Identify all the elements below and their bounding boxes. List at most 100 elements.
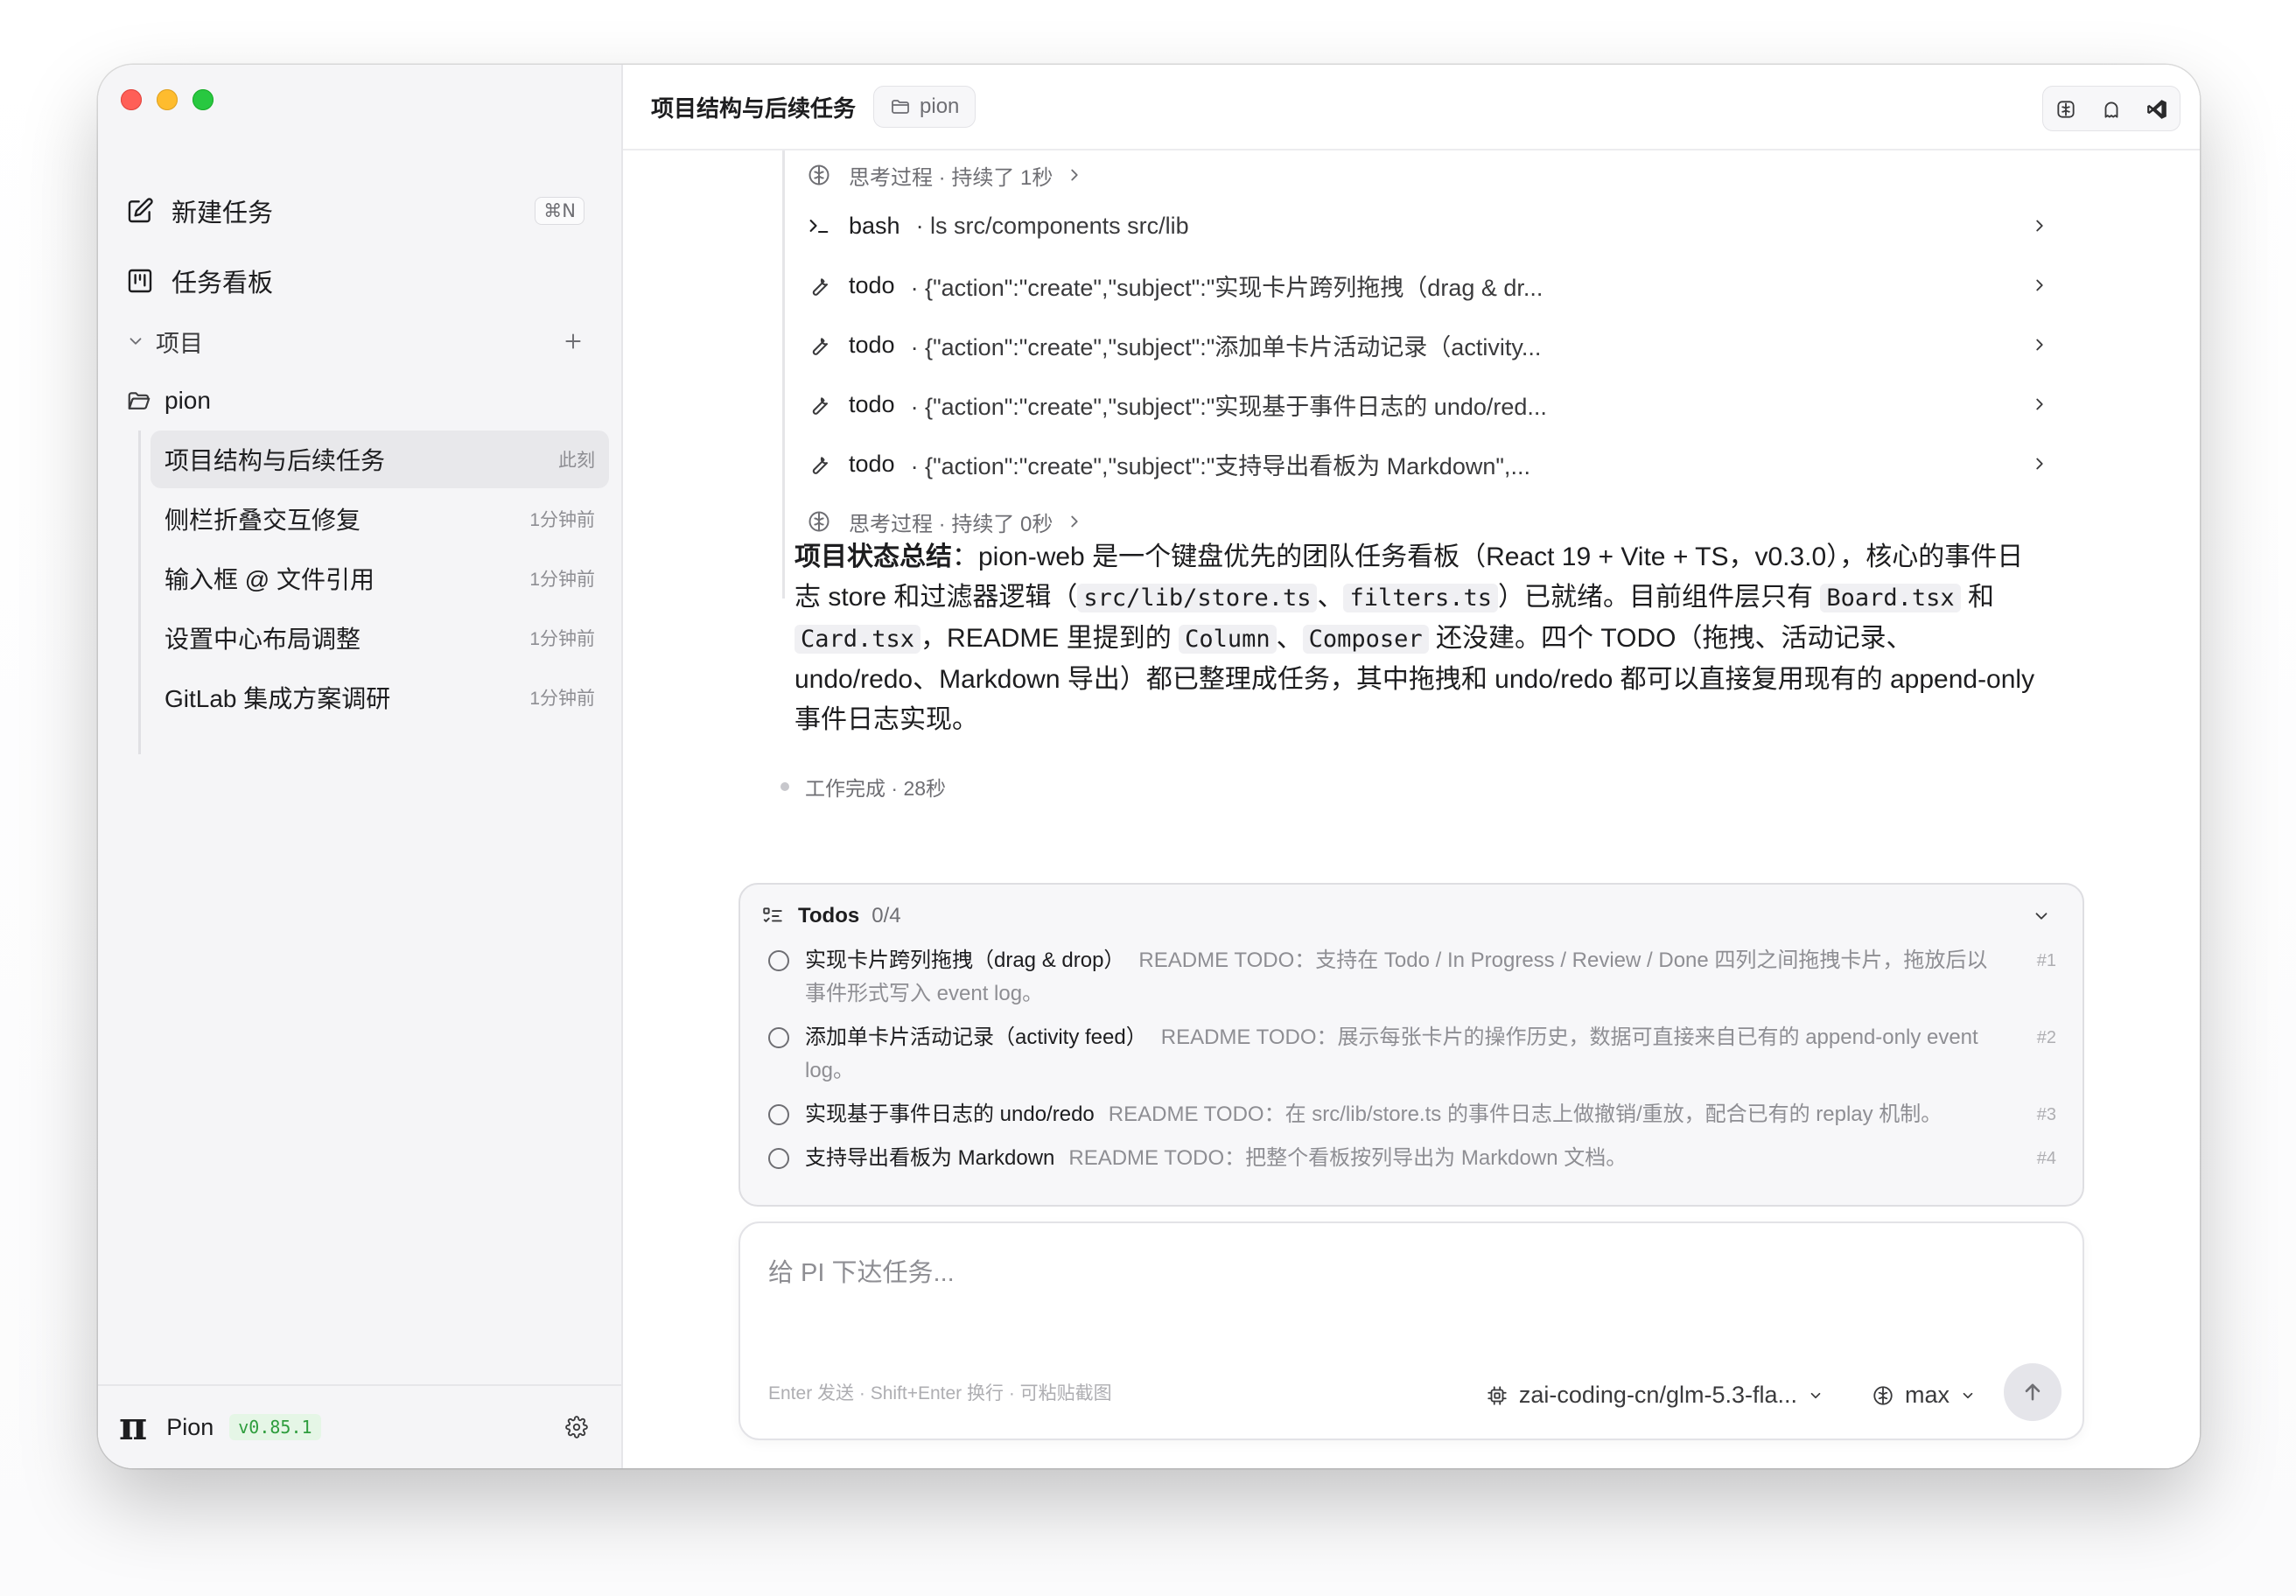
task-board-button[interactable]: 任务看板	[126, 252, 598, 310]
thinking-label: 思考过程 · 持续了 1秒	[849, 165, 1054, 190]
todo-checkbox[interactable]	[768, 950, 789, 971]
task-item-2[interactable]: 输入框 @ 文件引用 1分钟前	[150, 550, 609, 607]
zoom-window-button[interactable]	[192, 89, 214, 110]
todo-checkbox[interactable]	[768, 1104, 789, 1125]
tool-name: bash	[849, 212, 900, 239]
todo-desc: README TODO：把整个看板按列导出为 Markdown 文档。	[1068, 1146, 1628, 1170]
brain-icon	[1873, 1385, 1893, 1405]
add-project-icon[interactable]	[562, 330, 584, 353]
inline-code: Column	[1179, 625, 1277, 654]
task-item-0[interactable]: 项目结构与后续任务 此刻	[150, 430, 609, 488]
sidebar-footer: π Pion v0.85.1	[98, 1384, 621, 1468]
task-item-4[interactable]: GitLab 集成方案调研 1分钟前	[150, 668, 609, 726]
send-button[interactable]	[2004, 1363, 2062, 1421]
wrench-icon	[812, 338, 829, 355]
chevron-right-icon	[2036, 398, 2043, 410]
assistant-summary: 项目状态总结：pion-web 是一个键盘优先的团队任务看板（React 19 …	[794, 537, 2037, 740]
work-status: 工作完成 · 28秒	[780, 772, 946, 802]
summary-text: 、	[1276, 624, 1303, 653]
vscode-button[interactable]	[2134, 87, 2180, 130]
projects-section-header[interactable]: 项目	[126, 318, 598, 364]
kanban-icon	[128, 269, 152, 293]
todo-item-4: 支持导出看板为 Markdown README TODO：把整个看板按列导出为 M…	[761, 1142, 2062, 1175]
thinking-step-1[interactable]: 思考过程 · 持续了 1秒	[807, 150, 2049, 200]
window-controls	[121, 89, 214, 110]
todo-subject: 实现卡片跨列拖拽（drag & drop）	[805, 948, 1125, 972]
tool-step-todo-3[interactable]: todo · {"action":"create","subject":"实现基…	[807, 380, 2049, 429]
tool-step-todo-2[interactable]: todo · {"action":"create","subject":"添加单…	[807, 320, 2049, 369]
version-badge: v0.85.1	[229, 1414, 321, 1440]
effort-selector[interactable]: max	[1872, 1382, 1986, 1409]
main-panel: 项目结构与后续任务 pion 思考过程 · 持续了 1秒 bash · ls s…	[623, 65, 2200, 1468]
checklist-icon	[763, 907, 782, 922]
inline-code: Composer	[1302, 625, 1429, 654]
todo-number: #4	[2036, 1149, 2056, 1168]
task-title: 设置中心布局调整	[164, 626, 361, 653]
projects-section-label: 项目	[156, 330, 203, 357]
effort-label: max	[1904, 1382, 1950, 1408]
chevron-right-icon	[1071, 515, 1079, 528]
task-input[interactable]	[768, 1251, 2046, 1295]
model-label: zai-coding-cn/glm-5.3-fla...	[1518, 1382, 1797, 1408]
tool-args: · {"action":"create","subject":"实现基于事件日志…	[910, 393, 1547, 420]
ghost-button[interactable]	[2089, 87, 2134, 130]
composer-hint: Enter 发送 · Shift+Enter 换行 · 可粘贴截图	[768, 1383, 1112, 1404]
new-task-button[interactable]: 新建任务 ⌘N	[126, 182, 598, 240]
todo-number: #2	[2036, 1028, 2056, 1047]
todo-item-1: 实现卡片跨列拖拽（drag & drop） README TODO：支持在 Tod…	[761, 944, 2062, 1011]
task-time: 此刻	[558, 451, 595, 471]
chevron-right-icon	[2036, 220, 2043, 232]
project-chip-label: pion	[920, 94, 960, 118]
chevron-right-icon	[2036, 339, 2043, 351]
status-text: 工作完成 · 28秒	[805, 777, 947, 800]
project-item-pion[interactable]: pion	[126, 376, 598, 425]
arrow-up-icon	[2025, 1383, 2040, 1401]
page-title: 项目结构与后续任务	[651, 94, 857, 122]
model-selector[interactable]: zai-coding-cn/glm-5.3-fla...	[1486, 1382, 1834, 1409]
ghost-icon	[2104, 102, 2118, 118]
vscode-icon	[2147, 100, 2166, 119]
summary-lead: 项目状态总结	[794, 542, 952, 571]
project-name: pion	[164, 387, 211, 414]
tool-name: todo	[849, 390, 895, 417]
brain-icon	[808, 164, 830, 186]
thinking-label: 思考过程 · 持续了 0秒	[849, 512, 1054, 536]
todos-panel: Todos 0/4 实现卡片跨列拖拽（drag & drop） README TO…	[738, 883, 2084, 1207]
chevron-right-icon	[1071, 169, 1079, 181]
todo-subject: 实现基于事件日志的 undo/redo	[805, 1102, 1095, 1126]
inline-code: filters.ts	[1343, 584, 1499, 612]
todo-checkbox[interactable]	[768, 1027, 789, 1048]
chevron-down-icon	[130, 338, 142, 345]
tool-name: todo	[849, 271, 895, 298]
app-window: 新建任务 ⌘N 任务看板 项目 pion 项目结构与后续任务 此刻 侧栏折叠交互…	[98, 65, 2200, 1468]
todos-header[interactable]: Todos 0/4	[761, 899, 2062, 934]
wrench-icon	[812, 397, 829, 415]
summary-text: ，README 里提到的	[920, 624, 1180, 653]
tool-step-bash[interactable]: bash · ls src/components src/lib	[807, 201, 2049, 250]
todos-label: Todos	[798, 904, 860, 928]
project-chip[interactable]: pion	[873, 86, 976, 128]
task-item-1[interactable]: 侧栏折叠交互修复 1分钟前	[150, 490, 609, 548]
sidebar: 新建任务 ⌘N 任务看板 项目 pion 项目结构与后续任务 此刻 侧栏折叠交互…	[98, 65, 623, 1468]
chevron-down-icon[interactable]	[2032, 906, 2051, 926]
close-window-button[interactable]	[121, 89, 142, 110]
tool-step-todo-4[interactable]: todo · {"action":"create","subject":"支持导…	[807, 439, 2049, 488]
gear-icon[interactable]	[565, 1416, 588, 1438]
folder-icon	[892, 100, 909, 114]
todos-count: 0/4	[872, 904, 901, 928]
tool-step-todo-1[interactable]: todo · {"action":"create","subject":"实现卡…	[807, 261, 2049, 310]
status-dot	[780, 782, 789, 791]
todo-subject: 支持导出看板为 Markdown	[805, 1146, 1055, 1170]
wrench-icon	[812, 278, 829, 296]
tree-guide-line	[138, 430, 141, 754]
minimize-window-button[interactable]	[157, 89, 178, 110]
chevron-right-icon	[2036, 279, 2043, 291]
chevron-right-icon	[2036, 458, 2043, 470]
new-task-label: 新建任务	[172, 200, 274, 228]
todo-checkbox[interactable]	[768, 1148, 789, 1169]
todo-item-2: 添加单卡片活动记录（activity feed） README TODO：展示每张…	[761, 1021, 2062, 1088]
task-list: 项目结构与后续任务 此刻 侧栏折叠交互修复 1分钟前 输入框 @ 文件引用 1分…	[150, 430, 609, 728]
task-item-3[interactable]: 设置中心布局调整 1分钟前	[150, 609, 609, 667]
task-time: 1分钟前	[529, 689, 595, 709]
brain-button[interactable]	[2043, 87, 2089, 130]
